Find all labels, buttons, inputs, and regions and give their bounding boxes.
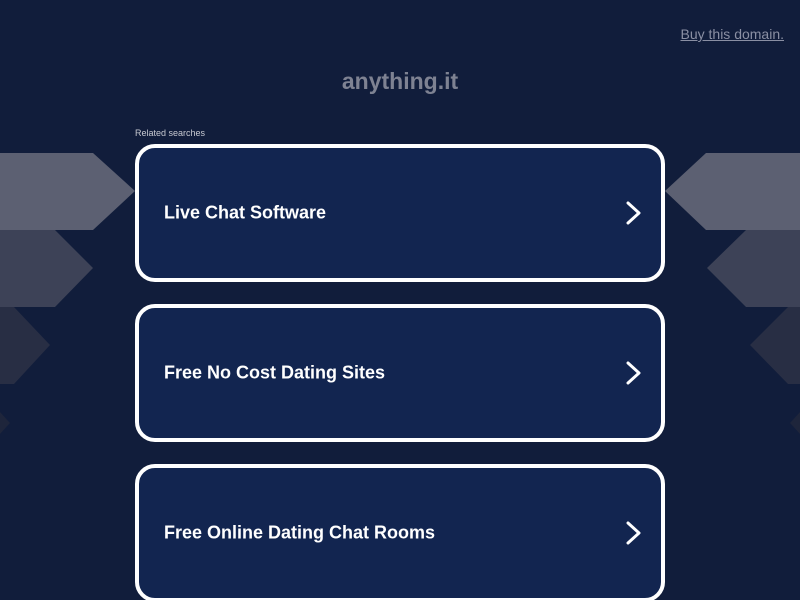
right-arrow-shape-1 — [665, 153, 800, 230]
left-arrow-shape-4 — [0, 412, 10, 434]
related-search-label: Free Online Dating Chat Rooms — [164, 522, 436, 543]
chevron-right-icon — [626, 521, 641, 545]
chevron-right-icon — [626, 201, 641, 225]
right-arrow-shape-2 — [707, 230, 800, 307]
related-search-label: Free No Cost Dating Sites — [164, 362, 386, 383]
left-arrow-shape-1 — [0, 153, 135, 230]
chevron-right-icon — [626, 361, 641, 385]
related-search-card-2[interactable]: Free No Cost Dating Sites — [135, 304, 665, 442]
right-arrow-shape-4 — [790, 412, 800, 434]
related-search-label: Live Chat Software — [164, 202, 327, 223]
domain-title: anything.it — [341, 68, 459, 94]
buy-domain-link[interactable]: Buy this domain. — [681, 26, 785, 42]
right-arrow-shape-3 — [750, 307, 800, 384]
left-arrow-shape-3 — [0, 307, 50, 384]
page: Buy this domain. anything.it Related sea… — [0, 0, 800, 600]
related-searches-label: Related searches — [135, 128, 206, 138]
related-search-card-1[interactable]: Live Chat Software — [135, 144, 665, 282]
related-search-card-3[interactable]: Free Online Dating Chat Rooms — [135, 464, 665, 600]
left-arrow-shape-2 — [0, 230, 93, 307]
